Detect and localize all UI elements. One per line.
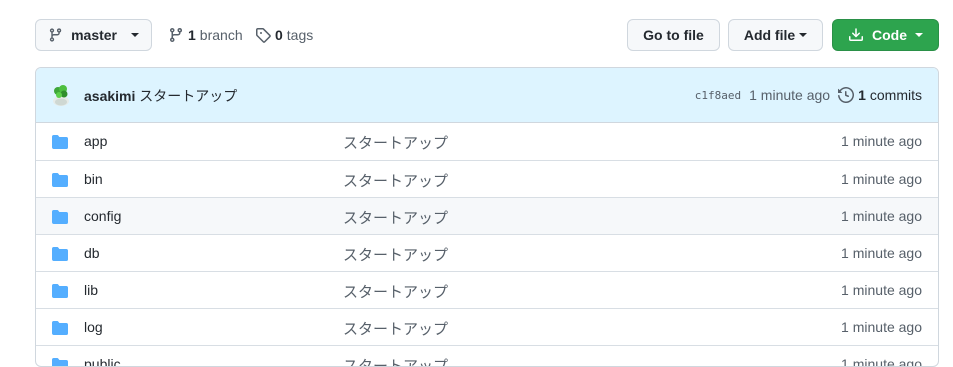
file-commit-message[interactable]: スタートアップ [343, 132, 448, 153]
folder-icon [52, 284, 68, 298]
folder-icon [52, 173, 68, 187]
go-to-file-button[interactable]: Go to file [627, 19, 720, 51]
commit-author-line: asakimi スタートアップ [84, 86, 237, 106]
file-row[interactable]: app スタートアップ 1 minute ago [36, 123, 938, 160]
branch-name: master [71, 27, 117, 43]
git-branch-icon [49, 28, 62, 42]
file-row[interactable]: db スタートアップ 1 minute ago [36, 234, 938, 271]
file-row[interactable]: bin スタートアップ 1 minute ago [36, 160, 938, 197]
file-commit-message[interactable]: スタートアップ [343, 244, 448, 265]
chevron-down-icon [131, 33, 139, 37]
folder-icon [52, 321, 68, 335]
file-commit-message[interactable]: スタートアップ [343, 281, 448, 302]
folder-icon [52, 210, 68, 224]
file-name[interactable]: log [84, 319, 103, 335]
commit-age: 1 minute ago [749, 87, 831, 103]
folder-icon [52, 135, 68, 149]
branch-selector-button[interactable]: master [35, 19, 152, 51]
file-name[interactable]: config [84, 208, 121, 224]
file-age: 1 minute ago [841, 245, 922, 261]
branch-count: 1 [188, 27, 196, 43]
git-branch-icon [169, 28, 182, 43]
download-icon [849, 28, 863, 41]
commit-message[interactable]: スタートアップ [139, 88, 237, 104]
file-row[interactable]: lib スタートアップ 1 minute ago [36, 271, 938, 308]
file-age: 1 minute ago [841, 208, 922, 224]
chevron-down-icon [799, 33, 808, 37]
file-browser: asakimi スタートアップ c1f8aed 1 minute ago 1 c… [35, 67, 939, 367]
branch-word: branch [199, 27, 243, 43]
file-age: 1 minute ago [841, 171, 922, 187]
file-age: 1 minute ago [841, 282, 922, 298]
tag-count: 0 [275, 27, 283, 43]
latest-commit-bar: asakimi スタートアップ c1f8aed 1 minute ago 1 c… [36, 68, 938, 123]
file-age: 1 minute ago [841, 133, 922, 149]
commits-history-link[interactable]: 1 commits [838, 87, 922, 103]
file-commit-message[interactable]: スタートアップ [343, 207, 448, 228]
file-commit-message[interactable]: スタートアップ [343, 318, 448, 339]
commit-count: 1 [858, 87, 866, 103]
file-row[interactable]: public スタートアップ 1 minute ago [36, 345, 938, 367]
file-row[interactable]: config スタートアップ 1 minute ago [36, 197, 938, 234]
folder-icon [52, 358, 68, 366]
commit-meta: c1f8aed 1 minute ago 1 commits [695, 87, 922, 103]
folder-icon [52, 247, 68, 261]
repo-toolbar: master 1 branch 0 tags Go to file Add fi… [0, 0, 953, 68]
file-row[interactable]: log スタートアップ 1 minute ago [36, 308, 938, 345]
tags-link[interactable]: 0 tags [255, 25, 313, 45]
chevron-down-icon [915, 33, 923, 37]
commit-author[interactable]: asakimi [84, 88, 135, 104]
tag-icon [256, 28, 271, 43]
file-name[interactable]: bin [84, 171, 103, 187]
file-age: 1 minute ago [841, 319, 922, 335]
history-icon [838, 87, 855, 103]
code-button[interactable]: Code [832, 19, 939, 51]
tag-word: tags [286, 27, 314, 43]
add-file-button[interactable]: Add file [728, 19, 823, 51]
avatar[interactable] [51, 83, 71, 107]
file-name[interactable]: app [84, 133, 107, 149]
file-commit-message[interactable]: スタートアップ [343, 355, 448, 366]
commit-word: commits [869, 87, 922, 103]
code-label: Code [872, 27, 907, 43]
file-list: app スタートアップ 1 minute ago bin スタートアップ 1 m… [36, 123, 938, 367]
file-age: 1 minute ago [841, 356, 922, 367]
file-name[interactable]: public [84, 356, 121, 366]
commit-sha[interactable]: c1f8aed [695, 89, 741, 102]
add-file-label: Add file [743, 27, 796, 43]
file-name[interactable]: lib [84, 282, 98, 298]
file-name[interactable]: db [84, 245, 100, 261]
file-commit-message[interactable]: スタートアップ [343, 170, 448, 191]
branches-link[interactable]: 1 branch [168, 25, 243, 45]
